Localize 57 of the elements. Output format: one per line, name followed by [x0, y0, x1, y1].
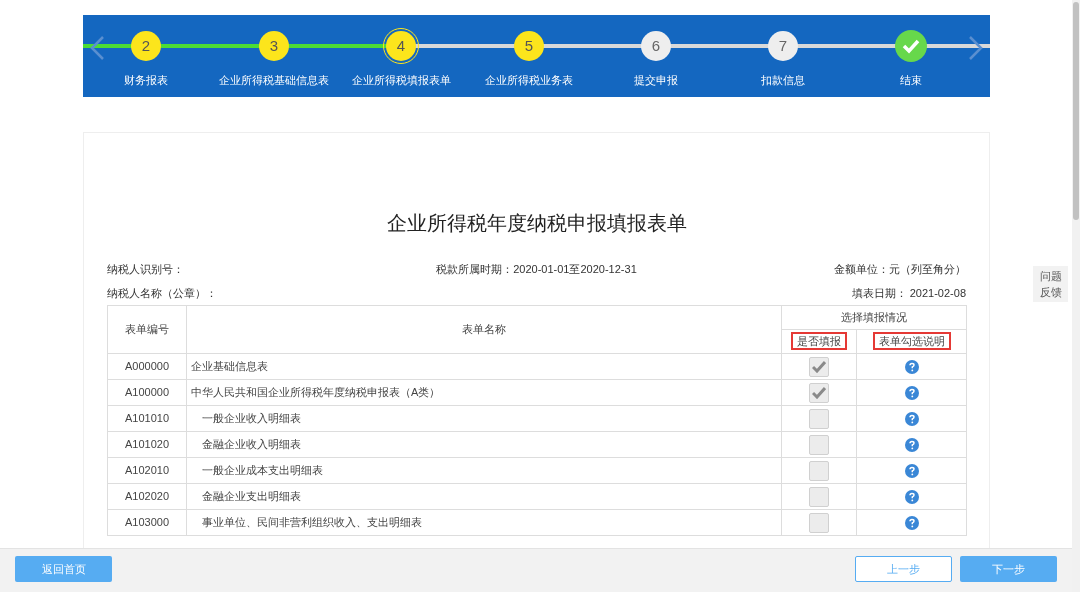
step-number[interactable]: 3	[259, 31, 289, 61]
step-label: 结束	[899, 73, 923, 88]
checkbox[interactable]	[809, 460, 829, 481]
form-code: A102020	[124, 490, 169, 503]
step-number[interactable]: 7	[768, 31, 798, 61]
column-header: 选择填报情况	[781, 305, 967, 330]
step-number[interactable]: 2	[131, 31, 161, 61]
feedback-tab[interactable]: 问题反馈	[1033, 266, 1068, 302]
chevron-left-icon[interactable]	[89, 35, 105, 61]
form-code: A101020	[124, 438, 169, 451]
step-label: 提交申报	[633, 73, 679, 88]
form-code: A103000	[124, 516, 169, 529]
column-header: 表单勾选说明	[872, 332, 951, 351]
checkmark-icon	[812, 386, 826, 399]
help-icon[interactable]	[904, 385, 919, 400]
form-name: 金融企业支出明细表	[202, 490, 301, 503]
form-code: A100000	[124, 386, 169, 399]
amount-unit: 金额单位：元（列至角分）	[833, 262, 966, 276]
form-name: 一般企业成本支出明细表	[202, 464, 323, 477]
checkbox[interactable]	[809, 434, 829, 455]
form-code: A102010	[124, 464, 169, 477]
taxpayer-id-label: 纳税人识别号：	[107, 262, 185, 276]
chevron-right-icon[interactable]	[968, 35, 984, 61]
step-number[interactable]: 6	[641, 31, 671, 61]
taxpayer-name-label: 纳税人名称（公章）：	[107, 286, 217, 300]
column-header: 是否填报	[791, 332, 847, 351]
form-name: 中华人民共和国企业所得税年度纳税申报表（A类）	[191, 386, 441, 399]
help-icon[interactable]	[904, 411, 919, 426]
form-title: 企业所得税年度纳税申报填报表单	[385, 211, 688, 236]
checkbox[interactable]	[809, 512, 829, 533]
checkbox[interactable]	[809, 382, 829, 403]
form-code: A000000	[124, 360, 169, 373]
step-label: 企业所得税填报表单	[350, 73, 452, 88]
step-label: 扣款信息	[760, 73, 806, 88]
form-name: 一般企业收入明细表	[202, 412, 301, 425]
column-header: 表单编号	[107, 305, 187, 354]
step-number[interactable]: 5	[514, 31, 544, 61]
help-icon[interactable]	[904, 489, 919, 504]
form-name: 企业基础信息表	[191, 360, 268, 373]
scrollbar-thumb[interactable]	[1073, 2, 1079, 220]
form-name: 事业单位、民间非营利组织收入、支出明细表	[202, 516, 422, 529]
step-label: 企业所得税基础信息表	[218, 73, 330, 88]
form-name: 金融企业收入明细表	[202, 438, 301, 451]
tax-period: 税款所属时期：2020-01-01至2020-12-31	[436, 262, 637, 276]
step-label: 财务报表	[123, 73, 169, 88]
checkbox[interactable]	[809, 408, 829, 429]
column-header: 表单名称	[186, 305, 782, 354]
step-label: 企业所得税业务表	[484, 73, 574, 88]
help-icon[interactable]	[904, 437, 919, 452]
help-icon[interactable]	[904, 359, 919, 374]
form-code: A101010	[124, 412, 169, 425]
fill-date: 填表日期： 2021-02-08	[851, 286, 966, 300]
checkbox[interactable]	[809, 486, 829, 507]
checkbox[interactable]	[809, 356, 829, 377]
help-icon[interactable]	[904, 463, 919, 478]
checkmark-icon	[812, 360, 826, 373]
help-icon[interactable]	[904, 515, 919, 530]
